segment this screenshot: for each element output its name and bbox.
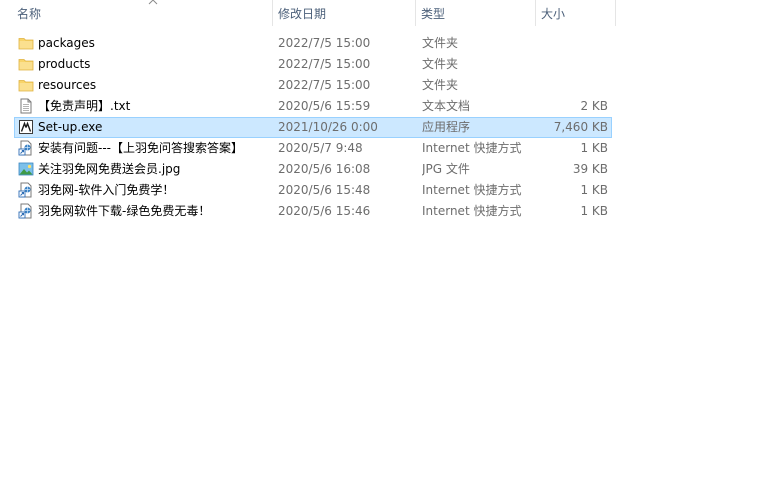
column-header-name[interactable]: 名称 (12, 0, 273, 26)
file-name: products (38, 57, 91, 71)
file-row[interactable]: 安装有问题---【上羽免问答搜索答案】 2020/5/7 9:48 Internet… (14, 138, 612, 159)
file-name: packages (38, 36, 95, 50)
file-name-cell: 安装有问题---【上羽免问答搜索答案】 (14, 138, 272, 159)
internet-shortcut-icon (18, 203, 34, 219)
file-name: 安装有问题---【上羽免问答搜索答案】 (38, 141, 243, 155)
file-name-cell: resources (14, 75, 272, 96)
file-row[interactable]: 羽免网-软件入门免费学！ 2020/5/6 15:48 Internet 快捷方式 1… (14, 180, 612, 201)
column-header-size-label: 大小 (541, 7, 566, 21)
sort-ascending-icon (148, 0, 158, 5)
column-header-bar: 名称 修改日期 类型 大小 (0, 0, 616, 26)
text-file-icon (18, 98, 34, 114)
file-size: 2 KB (580, 99, 608, 113)
image-file-icon (18, 161, 34, 177)
file-size: 7,460 KB (553, 120, 608, 134)
internet-shortcut-icon (18, 140, 34, 156)
file-row[interactable]: 羽免网软件下载-绿色免费无毒！ 2020/5/6 15:46 Internet 快捷… (14, 201, 612, 222)
folder-icon (18, 77, 34, 93)
file-size: 1 KB (580, 141, 608, 155)
column-header-size[interactable]: 大小 (536, 0, 616, 26)
file-name-cell: 关注羽免网免费送会员.jpg (14, 159, 272, 180)
file-type: Internet 快捷方式 (422, 141, 522, 155)
column-header-date[interactable]: 修改日期 (273, 0, 416, 26)
file-row[interactable]: Set-up.exe 2021/10/26 0:00 应用程序 7,460 KB (14, 117, 612, 138)
internet-shortcut-icon (18, 182, 34, 198)
file-date: 2020/5/7 9:48 (278, 141, 363, 155)
file-date: 2021/10/26 0:00 (278, 120, 378, 134)
folder-icon (18, 56, 34, 72)
file-size (536, 54, 608, 75)
file-type: Internet 快捷方式 (422, 204, 522, 218)
file-row[interactable]: packages 2022/7/5 15:00 文件夹 (14, 33, 612, 54)
file-name-cell: products (14, 54, 272, 75)
file-name: 羽免网-软件入门免费学！ (38, 183, 175, 197)
file-name: 【免责声明】.txt (38, 99, 131, 113)
file-name: 关注羽免网免费送会员.jpg (38, 162, 181, 176)
file-type: 文件夹 (422, 57, 459, 71)
file-list: packages 2022/7/5 15:00 文件夹 products 2022/7/… (14, 33, 612, 222)
file-name: resources (38, 78, 97, 92)
file-size (536, 75, 608, 96)
file-row[interactable]: 【免责声明】.txt 2020/5/6 15:59 文本文档 2 KB (14, 96, 612, 117)
file-type: JPG 文件 (422, 162, 470, 176)
folder-icon (18, 35, 34, 51)
file-size: 1 KB (580, 204, 608, 218)
adobe-installer-icon (18, 119, 34, 135)
file-date: 2020/5/6 15:46 (278, 204, 371, 218)
file-name-cell: 羽免网软件下载-绿色免费无毒！ (14, 201, 272, 222)
file-size: 1 KB (580, 183, 608, 197)
file-date: 2020/5/6 15:48 (278, 183, 371, 197)
file-type: 文本文档 (422, 99, 471, 113)
file-name-cell: 羽免网-软件入门免费学！ (14, 180, 272, 201)
file-name: Set-up.exe (38, 120, 103, 134)
file-name: 羽免网软件下载-绿色免费无毒！ (38, 204, 211, 218)
file-row[interactable]: resources 2022/7/5 15:00 文件夹 (14, 75, 612, 96)
file-date: 2022/7/5 15:00 (278, 36, 371, 50)
file-name-cell: Set-up.exe (14, 117, 272, 138)
file-date: 2022/7/5 15:00 (278, 78, 371, 92)
column-header-date-label: 修改日期 (278, 7, 327, 21)
file-size: 39 KB (572, 162, 608, 176)
file-name-cell: packages (14, 33, 272, 54)
file-type: 文件夹 (422, 36, 459, 50)
file-type: Internet 快捷方式 (422, 183, 522, 197)
file-explorer: 名称 修改日期 类型 大小 packages 2022/7/5 15:00 文件夹 p… (0, 0, 763, 501)
file-type: 应用程序 (422, 120, 471, 134)
file-row[interactable]: products 2022/7/5 15:00 文件夹 (14, 54, 612, 75)
column-header-type[interactable]: 类型 (416, 0, 536, 26)
column-header-name-label: 名称 (17, 7, 42, 21)
file-row[interactable]: 关注羽免网免费送会员.jpg 2020/5/6 16:08 JPG 文件 39 KB (14, 159, 612, 180)
file-date: 2020/5/6 15:59 (278, 99, 371, 113)
file-size (536, 33, 608, 54)
column-header-type-label: 类型 (421, 7, 446, 21)
file-type: 文件夹 (422, 78, 459, 92)
file-date: 2022/7/5 15:00 (278, 57, 371, 71)
file-name-cell: 【免责声明】.txt (14, 96, 272, 117)
file-date: 2020/5/6 16:08 (278, 162, 371, 176)
